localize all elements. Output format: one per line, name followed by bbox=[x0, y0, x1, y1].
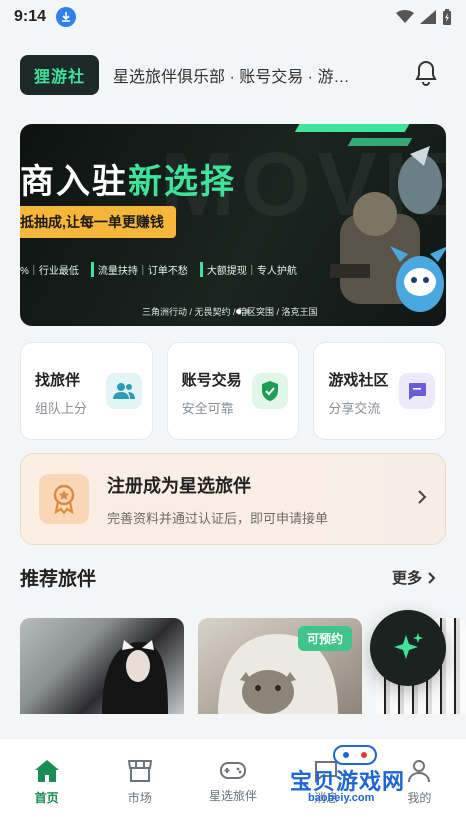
tab-label: 我的 bbox=[407, 791, 432, 805]
card-account-trade[interactable]: 账号交易 安全可靠 bbox=[166, 342, 300, 440]
store-icon bbox=[127, 760, 152, 782]
banner-characters-image bbox=[330, 146, 446, 312]
available-badge: 可预约 bbox=[297, 626, 352, 651]
more-link[interactable]: 更多 bbox=[392, 567, 436, 588]
download-icon bbox=[56, 7, 77, 27]
tab-label: 星选旅伴 bbox=[208, 789, 257, 803]
more-label: 更多 bbox=[391, 570, 422, 587]
register-subtitle: 完善资料并通过认证后，即可申请接单 bbox=[107, 510, 329, 526]
home-icon bbox=[34, 760, 59, 782]
sparkle-icon bbox=[394, 633, 423, 659]
shield-check-icon bbox=[252, 373, 289, 409]
tab-me[interactable]: 我的 bbox=[379, 759, 459, 828]
banner-title: 商入驻新选择 bbox=[20, 154, 236, 203]
chevron-right-icon bbox=[417, 489, 427, 510]
top-header: 狸游社 星选旅伴俱乐部 · 账号交易 · 游… bbox=[20, 55, 446, 95]
banner-tag: %｜行业最低 bbox=[20, 266, 79, 277]
banner-pagination[interactable] bbox=[236, 309, 250, 314]
banner-tag: 大额提现｜专人护航 bbox=[199, 262, 297, 277]
sparkle-fab[interactable] bbox=[370, 610, 446, 686]
banner-title-white: 商入驻 bbox=[20, 163, 128, 201]
partner-card[interactable] bbox=[20, 618, 184, 714]
recommend-section-header: 推荐旅伴 更多 bbox=[20, 564, 436, 591]
bottom-tab-bar: 首页 市场 星选旅伴 消息 我的 bbox=[0, 738, 466, 828]
tab-messages[interactable]: 消息 bbox=[286, 759, 366, 828]
register-partner-card[interactable]: 注册成为星选旅伴 完善资料并通过认证后，即可申请接单 bbox=[20, 453, 446, 545]
tab-market[interactable]: 市场 bbox=[100, 759, 180, 828]
banner-ribbon: 抵抽成,让每一单更赚钱 bbox=[20, 206, 176, 238]
partner-photo bbox=[102, 640, 168, 714]
banner-tag: 流量扶持｜订单不愁 bbox=[90, 262, 188, 277]
wifi-icon bbox=[396, 10, 414, 23]
banner-dot[interactable] bbox=[245, 309, 250, 314]
card-game-community[interactable]: 游戏社区 分享交流 bbox=[313, 342, 447, 440]
signal-icon bbox=[420, 10, 436, 24]
status-bar: 9:14 bbox=[0, 0, 466, 34]
chat-icon bbox=[399, 373, 436, 409]
register-title: 注册成为星选旅伴 bbox=[107, 475, 251, 496]
quick-cards: 找旅伴 组队上分 账号交易 安全可靠 游戏社区 分享交流 bbox=[20, 342, 447, 440]
message-icon bbox=[315, 761, 338, 783]
banner-tags: %｜行业最低 流量扶持｜订单不愁 大额提现｜专人护航 bbox=[20, 262, 297, 277]
bell-icon[interactable] bbox=[414, 60, 438, 91]
section-title: 推荐旅伴 bbox=[20, 569, 97, 590]
tab-star-partner[interactable]: 星选旅伴 bbox=[193, 759, 273, 828]
banner-title-green: 新选择 bbox=[128, 163, 236, 201]
banner-slash-decoration bbox=[294, 124, 416, 132]
partner-card[interactable]: 可预约 bbox=[198, 618, 362, 714]
tab-label: 市场 bbox=[127, 791, 152, 805]
status-time: 9:14 bbox=[14, 8, 47, 25]
user-icon bbox=[408, 760, 431, 783]
tab-home[interactable]: 首页 bbox=[7, 759, 87, 828]
header-slogan: 星选旅伴俱乐部 · 账号交易 · 游… bbox=[113, 69, 350, 86]
medal-icon bbox=[39, 474, 89, 524]
people-icon bbox=[105, 373, 142, 409]
promo-banner[interactable]: MOVIE 商入驻新选择 抵抽成,让每一单更赚钱 %｜行业最低 流量扶持｜订单不… bbox=[20, 124, 446, 326]
gamepad-icon bbox=[219, 762, 246, 779]
battery-icon bbox=[443, 9, 451, 25]
banner-dot[interactable] bbox=[236, 309, 241, 314]
tab-label: 消息 bbox=[314, 791, 339, 805]
tab-label: 首页 bbox=[34, 791, 59, 805]
app-logo[interactable]: 狸游社 bbox=[20, 55, 100, 95]
chevron-right-icon bbox=[428, 571, 436, 584]
banner-footer: 三角洲行动 / 无畏契约 / 暗区突围 / 洛克王国 bbox=[142, 307, 318, 317]
card-find-partner[interactable]: 找旅伴 组队上分 bbox=[20, 342, 153, 440]
